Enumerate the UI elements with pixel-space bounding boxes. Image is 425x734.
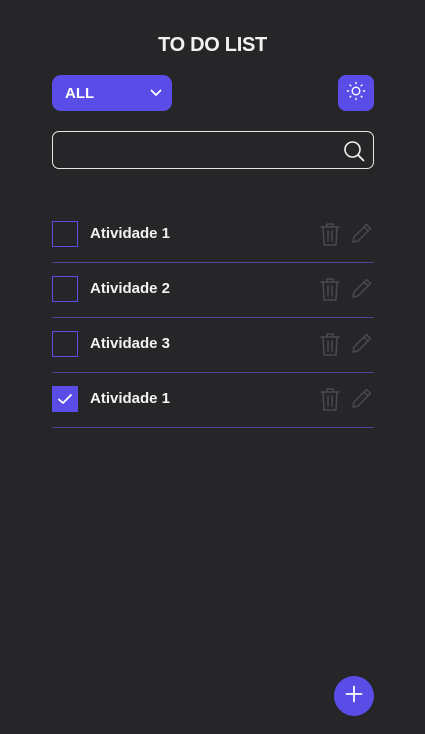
todo-item: Atividade 1: [52, 373, 374, 428]
page-title: TO DO LIST: [158, 34, 267, 56]
trash-icon[interactable]: [319, 386, 341, 412]
check-icon: [57, 392, 73, 411]
sun-icon: [346, 81, 366, 106]
todo-label: Atividade 1: [90, 390, 171, 407]
filter-select[interactable]: ALL: [52, 75, 172, 111]
todo-label: Atividade 1: [90, 225, 171, 242]
trash-icon[interactable]: [319, 221, 341, 247]
todo-item: Atividade 3: [52, 318, 374, 373]
todo-list: Atividade 1 Atividade 2 Atividade 3 Ativ…: [52, 208, 374, 428]
toolbar: ALL: [52, 75, 374, 111]
trash-icon[interactable]: [319, 276, 341, 302]
todo-item: Atividade 2: [52, 263, 374, 318]
pencil-icon[interactable]: [350, 386, 374, 410]
todo-label: Atividade 2: [90, 280, 171, 297]
todo-app: TO DO LIST ALL Atividade 1 Atividade 2 A…: [0, 0, 425, 734]
pencil-icon[interactable]: [350, 221, 374, 245]
search-icon[interactable]: [343, 140, 365, 162]
search-input[interactable]: [63, 132, 337, 170]
pencil-icon[interactable]: [350, 331, 374, 355]
todo-checkbox[interactable]: [52, 331, 78, 357]
todo-label: Atividade 3: [90, 335, 171, 352]
search-box: [52, 131, 374, 170]
trash-icon[interactable]: [319, 331, 341, 357]
todo-checkbox[interactable]: [52, 386, 78, 412]
chevron-down-icon: [150, 89, 162, 97]
pencil-icon[interactable]: [350, 276, 374, 300]
todo-item: Atividade 1: [52, 208, 374, 263]
todo-checkbox[interactable]: [52, 276, 78, 302]
theme-toggle-button[interactable]: [338, 75, 374, 111]
plus-icon: [344, 684, 364, 709]
todo-checkbox[interactable]: [52, 221, 78, 247]
filter-select-value: ALL: [65, 84, 95, 102]
add-todo-button[interactable]: [334, 676, 374, 716]
